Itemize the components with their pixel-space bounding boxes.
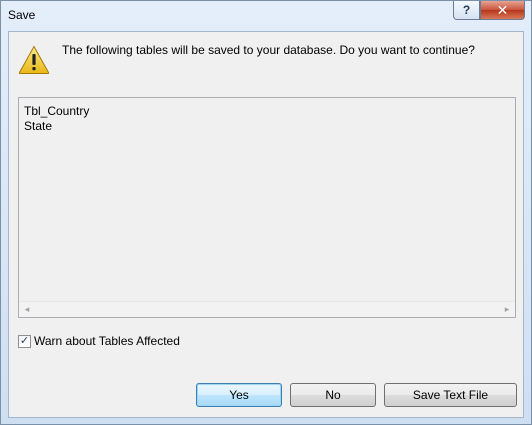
warn-tables-affected-checkbox[interactable]: ✓ [18,334,31,348]
save-dialog: Save ? ✕ The following tables will be sa… [0,0,532,425]
list-item: State [24,119,53,133]
help-icon: ? [462,3,471,17]
no-button[interactable]: No [290,383,376,407]
warn-tables-affected-label: Warn about Tables Affected [34,334,180,348]
scroll-right-icon[interactable]: ▸ [499,302,515,317]
warn-tables-affected-option[interactable]: ✓ Warn about Tables Affected [18,334,180,348]
save-text-file-button[interactable]: Save Text File [384,383,517,407]
help-button[interactable]: ? [453,1,480,20]
close-icon: ✕ [496,1,509,18]
window-title: Save [8,8,36,22]
tables-list[interactable]: Tbl_Country State ◂ ▸ [18,97,516,318]
scroll-left-icon[interactable]: ◂ [19,302,35,317]
dialog-body: The following tables will be saved to yo… [8,31,524,418]
title-bar[interactable]: Save ? ✕ [1,1,531,30]
horizontal-scrollbar[interactable]: ◂ ▸ [19,301,515,317]
confirmation-message: The following tables will be saved to yo… [62,43,475,57]
warning-triangle-icon [18,45,50,74]
checkmark-icon: ✓ [19,334,30,347]
list-item: Tbl_Country [24,104,90,118]
close-button[interactable]: ✕ [480,1,525,20]
yes-button[interactable]: Yes [196,383,282,407]
